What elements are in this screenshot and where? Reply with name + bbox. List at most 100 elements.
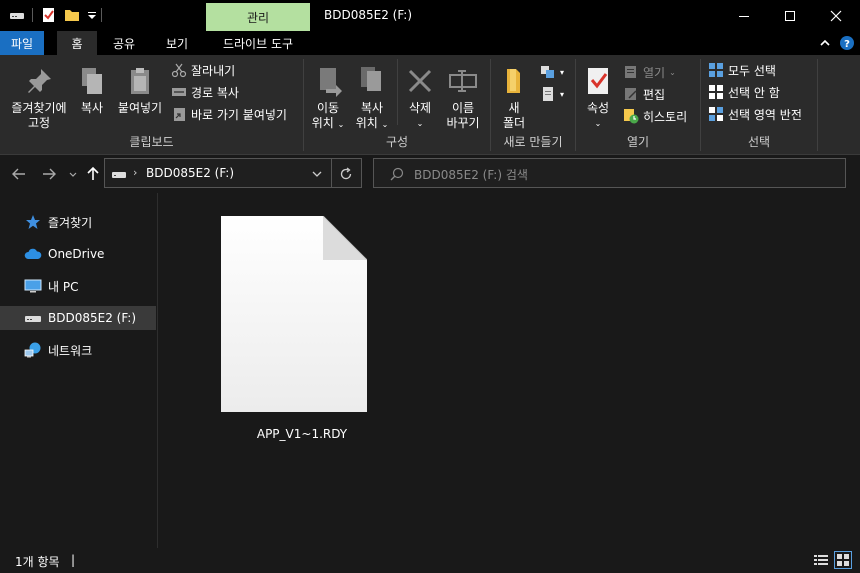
properties-qat-icon[interactable] xyxy=(41,7,57,23)
back-arrow-icon[interactable] xyxy=(10,165,28,183)
new-folder-button[interactable]: 새 폴더 xyxy=(496,65,532,131)
file-name-label[interactable]: APP_V1~1.RDY xyxy=(222,427,382,441)
nav-item-onedrive[interactable]: OneDrive xyxy=(0,242,156,266)
group-divider xyxy=(397,59,398,125)
rename-label-line1: 이름 xyxy=(451,101,475,115)
drive-icon xyxy=(9,7,25,23)
copy-icon xyxy=(76,65,108,97)
nav-item-this-pc[interactable]: 내 PC xyxy=(0,274,156,298)
status-divider: | xyxy=(71,553,76,567)
edit-label: 편집 xyxy=(643,87,666,102)
history-label: 히스토리 xyxy=(643,109,688,124)
breadcrumb-drive[interactable]: BDD085E2 (F:) xyxy=(146,166,234,180)
edit-icon xyxy=(623,86,639,102)
forward-arrow-icon[interactable] xyxy=(40,165,58,183)
pin-label-line1: 즐겨찾기에 xyxy=(11,101,67,115)
large-icons-view-icon[interactable] xyxy=(834,551,852,569)
select-none-button[interactable]: 선택 안 함 xyxy=(708,83,780,101)
delete-button[interactable]: 삭제 ⌄ xyxy=(402,65,438,131)
properties-dropdown-icon[interactable]: ⌄ xyxy=(595,116,602,131)
paste-button[interactable]: 붙여넣기 xyxy=(114,65,166,116)
invert-selection-button[interactable]: 선택 영역 반전 xyxy=(708,105,802,123)
copy-path-button[interactable]: 경로 복사 xyxy=(171,83,239,101)
pin-to-quick-access-button[interactable]: 즐겨찾기에 고정 xyxy=(6,65,72,131)
search-icon xyxy=(389,166,405,182)
history-button[interactable]: 히스토리 xyxy=(623,107,687,125)
move-to-label-line2: 위치 ⌄ xyxy=(311,116,345,130)
tab-share[interactable]: 공유 xyxy=(104,31,144,55)
status-bar xyxy=(0,548,860,573)
move-to-button[interactable]: 이동 위치 ⌄ xyxy=(308,65,348,132)
move-to-label-line1: 이동 xyxy=(316,101,340,115)
select-all-button[interactable]: 모두 선택 xyxy=(708,61,776,79)
copy-to-label-line2: 위치 ⌄ xyxy=(355,116,389,130)
properties-label: 속성 xyxy=(586,101,610,115)
recent-locations-chevron-icon[interactable] xyxy=(64,165,82,183)
copy-to-button[interactable]: 복사 위치 ⌄ xyxy=(352,65,392,132)
open-button[interactable]: 열기 ⌄ xyxy=(623,63,676,81)
clipboard-group-label: 클립보드 xyxy=(129,135,174,149)
title-bar: 관리 BDD085E2 (F:) xyxy=(0,0,860,31)
scissors-icon xyxy=(171,62,187,78)
copy-to-label-line1: 복사 xyxy=(360,101,384,115)
pin-icon xyxy=(23,65,55,97)
new-item-icon xyxy=(540,64,556,80)
tab-file[interactable]: 파일 xyxy=(0,31,44,55)
breadcrumb-separator-icon[interactable]: › xyxy=(133,166,137,179)
up-arrow-icon[interactable] xyxy=(84,165,102,183)
paste-label: 붙여넣기 xyxy=(117,101,163,115)
nav-item-network[interactable]: 네트워크 xyxy=(0,338,156,362)
properties-button[interactable]: 속성 ⌄ xyxy=(580,65,616,131)
copy-to-icon xyxy=(356,65,388,97)
open-label: 열기 xyxy=(643,65,666,80)
tab-drive-tools[interactable]: 드라이브 도구 xyxy=(210,31,306,55)
tab-manage-context[interactable]: 관리 xyxy=(206,3,310,31)
nav-item-quick-access[interactable]: 즐겨찾기 xyxy=(0,210,156,234)
new-item-button[interactable]: ▾ xyxy=(540,63,564,81)
tab-home[interactable]: 홈 xyxy=(57,31,97,55)
copy-label: 복사 xyxy=(80,101,104,115)
qat-divider xyxy=(101,8,102,22)
organize-group-label: 구성 xyxy=(385,135,409,149)
navigation-pane: 즐겨찾기 OneDrive 내 PC BDD085E2 (F:) 네트워크 xyxy=(0,193,158,548)
maximize-button[interactable] xyxy=(767,0,813,31)
copy-button[interactable]: 복사 xyxy=(74,65,110,116)
select-all-icon xyxy=(708,62,724,78)
drive-icon xyxy=(24,309,42,327)
cut-button[interactable]: 잘라내기 xyxy=(171,61,235,79)
delete-x-icon xyxy=(404,65,436,97)
window-title: BDD085E2 (F:) xyxy=(324,8,413,22)
item-count-status: 1개 항목 xyxy=(15,555,60,569)
details-view-icon[interactable] xyxy=(813,552,829,568)
rename-button[interactable]: 이름 바꾸기 xyxy=(442,65,484,131)
address-dropdown-chevron-icon[interactable] xyxy=(309,166,325,182)
star-icon xyxy=(24,213,42,231)
minimize-button[interactable] xyxy=(721,0,767,31)
paste-icon xyxy=(124,65,156,97)
help-icon[interactable]: ? xyxy=(839,35,855,51)
properties-icon xyxy=(582,65,614,97)
new-folder-icon xyxy=(498,65,530,97)
collapse-ribbon-icon[interactable] xyxy=(818,36,832,50)
paste-shortcut-button[interactable]: 바로 가기 붙여넣기 xyxy=(171,105,287,123)
nav-label: 내 PC xyxy=(48,279,79,294)
refresh-icon[interactable] xyxy=(338,166,354,182)
invert-selection-icon xyxy=(708,106,724,122)
rename-label-line2: 바꾸기 xyxy=(446,116,480,130)
cloud-icon xyxy=(24,245,42,263)
computer-icon xyxy=(24,277,42,295)
pin-label-line2: 고정 xyxy=(27,116,51,130)
open-icon xyxy=(623,64,639,80)
open-group-label: 열기 xyxy=(626,135,650,149)
close-button[interactable] xyxy=(813,0,859,31)
qat-customize-icon[interactable] xyxy=(84,7,100,23)
new-folder-qat-icon[interactable] xyxy=(64,7,80,23)
delete-dropdown-icon[interactable]: ⌄ xyxy=(417,116,424,131)
tab-view[interactable]: 보기 xyxy=(156,31,198,55)
rename-icon xyxy=(447,65,479,97)
drive-icon xyxy=(111,166,127,182)
edit-button[interactable]: 편집 xyxy=(623,85,665,103)
nav-item-drive[interactable]: BDD085E2 (F:) xyxy=(0,306,156,330)
file-item[interactable] xyxy=(221,216,367,412)
easy-access-button[interactable]: ▾ xyxy=(540,85,564,103)
